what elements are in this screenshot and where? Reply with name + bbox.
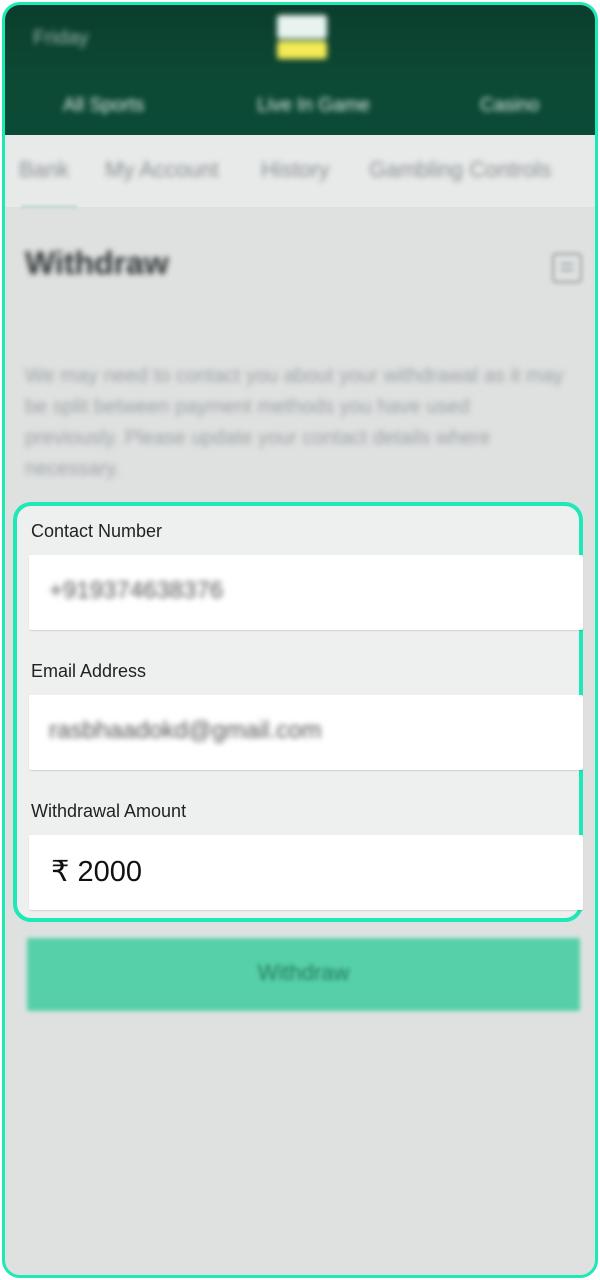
contact-number-value: +919374638376 xyxy=(49,577,224,604)
nav-all-sports[interactable]: All Sports xyxy=(63,95,144,117)
withdrawal-amount-field[interactable]: ₹2000 xyxy=(29,835,583,910)
email-address-label: Email Address xyxy=(31,661,147,681)
withdraw-info-text: We may need to contact you about your wi… xyxy=(25,365,564,480)
account-subtabs: Bank My Account History Gambling Control… xyxy=(5,135,595,207)
withdraw-button[interactable]: Withdraw xyxy=(27,938,580,1011)
amount-number: 2000 xyxy=(77,856,142,888)
tab-history[interactable]: History xyxy=(261,157,329,183)
email-address-field[interactable]: rasbhaadokd@gmail.com xyxy=(29,695,583,770)
tab-my-account[interactable]: My Account xyxy=(105,157,219,183)
withdrawal-amount-label: Withdrawal Amount xyxy=(31,801,187,821)
nav-casino[interactable]: Casino xyxy=(480,95,539,117)
withdrawal-amount-value: ₹2000 xyxy=(51,854,142,889)
header-left-label[interactable]: Friday xyxy=(33,27,89,50)
active-tab-indicator xyxy=(21,205,77,209)
contact-number-label: Contact Number xyxy=(31,521,163,541)
contact-number-field[interactable]: +919374638376 xyxy=(29,555,583,630)
tab-bank[interactable]: Bank xyxy=(19,157,69,183)
nav-live-in-game[interactable]: Live In Game xyxy=(257,95,370,117)
menu-icon[interactable] xyxy=(552,253,582,283)
page-title: Withdraw xyxy=(25,245,169,281)
rupee-icon: ₹ xyxy=(51,856,70,888)
withdraw-form: Contact Number +919374638376 Email Addre… xyxy=(13,502,583,922)
withdraw-button-label: Withdraw xyxy=(257,960,350,985)
top-header: Friday All Sports Live In Game Casino xyxy=(5,5,595,135)
email-address-value: rasbhaadokd@gmail.com xyxy=(49,717,322,744)
app-frame: Friday All Sports Live In Game Casino Ba… xyxy=(2,2,598,1278)
tab-gambling-controls[interactable]: Gambling Controls xyxy=(369,157,551,183)
brand-logo-icon[interactable] xyxy=(277,15,327,61)
